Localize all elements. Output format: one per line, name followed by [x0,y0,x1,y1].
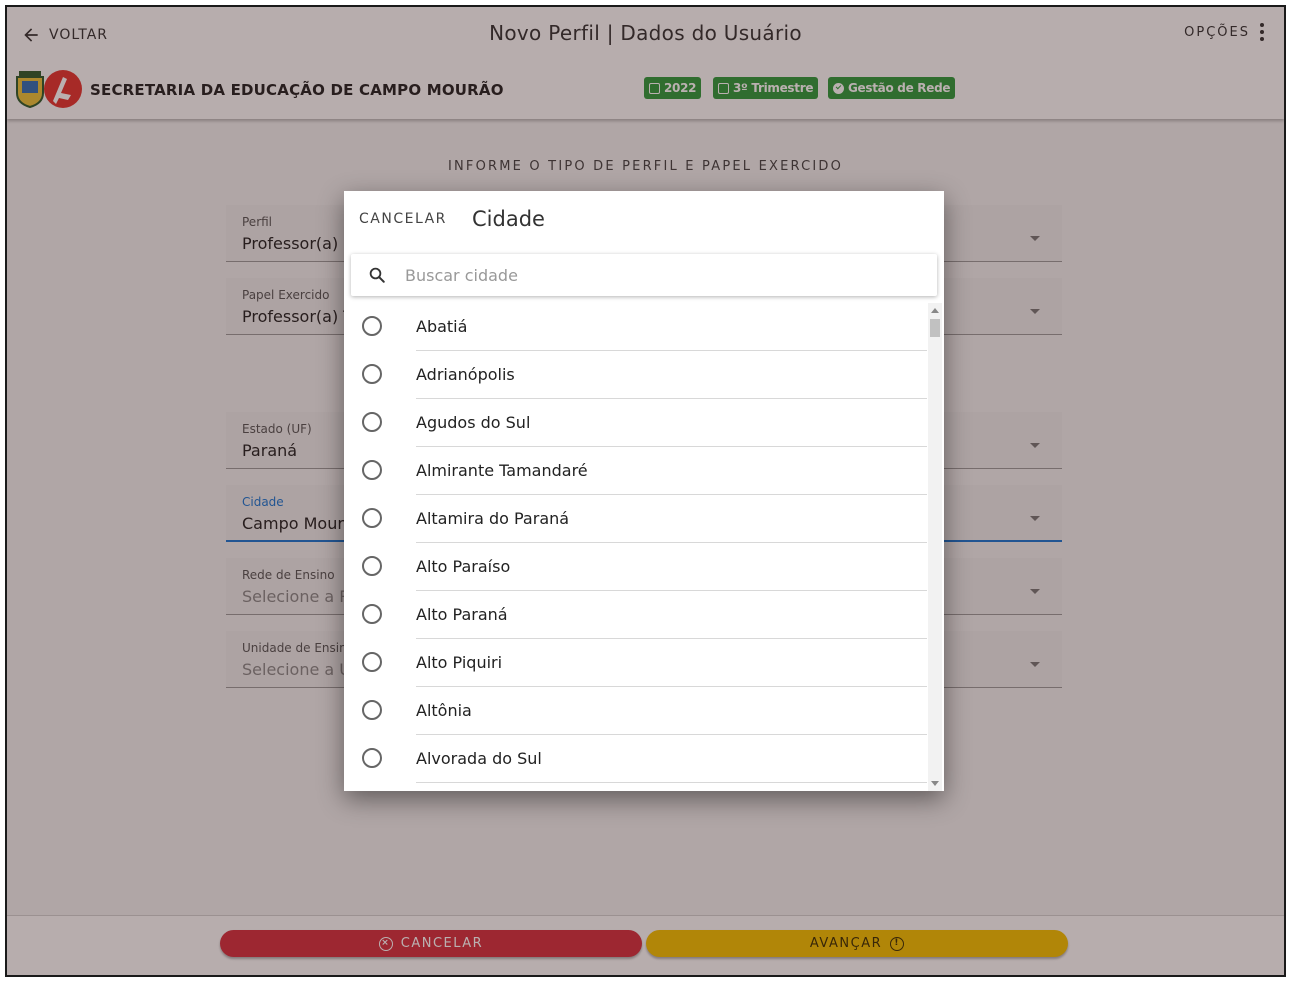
city-name: Adrianópolis [416,351,927,399]
radio-button[interactable] [362,652,382,672]
city-name: Altamira do Paraná [416,495,927,543]
radio-button[interactable] [362,748,382,768]
radio-button[interactable] [362,556,382,576]
city-option[interactable]: Adrianópolis [344,351,927,399]
scroll-up-icon[interactable] [931,308,939,313]
radio-button[interactable] [362,604,382,624]
city-picker-dialog: CANCELAR Cidade Abatiá Adrianópolis Agud… [344,191,944,791]
search-icon [369,267,385,283]
city-option[interactable]: Alto Paraná [344,591,927,639]
scroll-down-icon[interactable] [931,781,939,786]
list-scrollbar[interactable] [928,303,942,791]
city-name: Abatiá [416,303,927,351]
search-bar [351,254,937,296]
city-option[interactable]: Almirante Tamandaré [344,447,927,495]
dialog-cancel-button[interactable]: CANCELAR [359,211,447,227]
dialog-title: Cidade [472,207,545,231]
city-option[interactable]: Agudos do Sul [344,399,927,447]
radio-button[interactable] [362,364,382,384]
city-option[interactable]: Altônia [344,687,927,735]
city-name: Altônia [416,687,927,735]
search-input[interactable] [405,254,925,296]
city-option[interactable]: Alvorada do Sul [344,735,927,783]
city-name: Agudos do Sul [416,399,927,447]
city-name: Alvorada do Sul [416,735,927,783]
city-name: Alto Paraná [416,591,927,639]
radio-button[interactable] [362,460,382,480]
scroll-thumb[interactable] [930,319,940,337]
app-window: VOLTAR Novo Perfil | Dados do Usuário OP… [5,5,1286,977]
radio-button[interactable] [362,508,382,528]
city-list: Abatiá Adrianópolis Agudos do Sul Almira… [344,303,927,791]
city-option[interactable]: Abatiá [344,303,927,351]
radio-button[interactable] [362,412,382,432]
city-name: Almirante Tamandaré [416,447,927,495]
city-name: Alto Piquiri [416,639,927,687]
radio-button[interactable] [362,700,382,720]
city-option[interactable]: Alto Piquiri [344,639,927,687]
radio-button[interactable] [362,316,382,336]
city-option[interactable]: Alto Paraíso [344,543,927,591]
city-name: Alto Paraíso [416,543,927,591]
city-option[interactable]: Altamira do Paraná [344,495,927,543]
